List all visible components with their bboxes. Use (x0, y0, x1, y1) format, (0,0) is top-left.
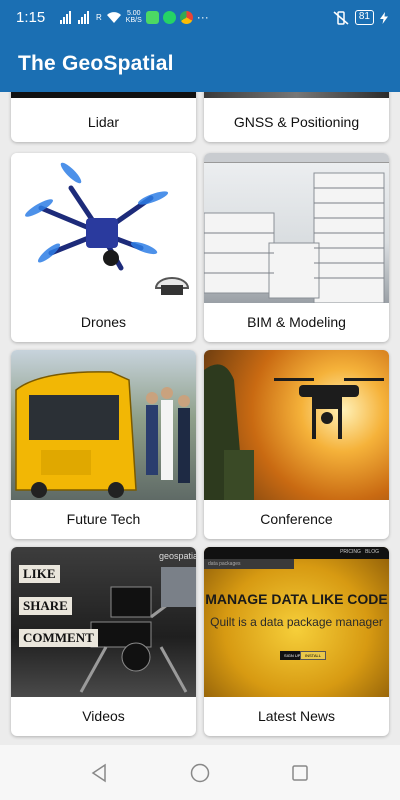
messages-icon (145, 10, 159, 24)
tile-label: Conference (260, 511, 333, 527)
tile-latest-news[interactable]: PRICING BLOG data packages MANAGE DATA L… (204, 547, 389, 736)
videos-thumbnail: LIKE SHARE COMMENT geospatial (11, 547, 196, 697)
charging-icon (380, 11, 388, 24)
status-right-icons: 81 (333, 10, 388, 25)
tile-lidar[interactable]: Lidar (11, 92, 196, 142)
like-overlay: LIKE (19, 565, 60, 583)
tile-bim-modeling[interactable]: BIM & Modeling (204, 153, 389, 342)
news-headline: MANAGE DATA LIKE CODE (205, 591, 388, 607)
home-icon[interactable] (189, 763, 211, 783)
more-notifications: ··· (196, 10, 209, 24)
carrier-tag: R (96, 12, 102, 22)
vibrate-mute-icon (333, 10, 349, 25)
net-speed: 5.00 KB/S (125, 10, 142, 24)
tile-gnss-positioning[interactable]: GNSS & Positioning (204, 92, 389, 142)
conference-thumbnail (204, 350, 389, 500)
gnss-thumbnail (204, 92, 389, 98)
tile-drones[interactable]: Drones (11, 153, 196, 342)
future-tech-thumbnail (11, 350, 196, 500)
tile-label: GNSS & Positioning (233, 114, 360, 130)
tile-label: Latest News (257, 708, 336, 724)
category-grid[interactable]: Lidar GNSS & Positioning Drones BIM & Mo… (0, 92, 400, 745)
install-button: INSTALL (300, 651, 326, 660)
share-overlay: SHARE (19, 597, 72, 615)
app-bar: The GeoSpatial (0, 36, 400, 92)
battery-indicator: 81 (354, 10, 374, 25)
signal-icon (60, 10, 71, 24)
brand-watermark: geospatial (159, 551, 196, 561)
status-left-icons: R 5.00 KB/S ··· (60, 10, 209, 24)
tile-future-tech[interactable]: Future Tech (11, 350, 196, 539)
search-bar: data packages (204, 559, 294, 569)
system-nav-bar (0, 745, 400, 800)
tile-label: Lidar (87, 114, 120, 130)
chrome-icon (179, 10, 193, 24)
bim-building-render (204, 172, 385, 303)
status-bar: 1:15 R 5.00 KB/S ··· 81 (0, 0, 400, 36)
wifi-icon (106, 11, 121, 23)
status-time: 1:15 (16, 9, 46, 26)
tile-videos[interactable]: LIKE SHARE COMMENT geospatial Videos (11, 547, 196, 736)
whatsapp-icon (162, 10, 176, 24)
comment-overlay: COMMENT (19, 629, 98, 647)
drones-thumbnail (11, 153, 196, 303)
signal-roaming-icon (78, 10, 89, 24)
tile-label: Future Tech (66, 511, 141, 527)
app-title: The GeoSpatial (18, 52, 174, 75)
tile-conference[interactable]: Conference (204, 350, 389, 539)
tile-label: Videos (82, 708, 125, 724)
news-subheadline: Quilt is a data package manager (210, 615, 383, 629)
tile-label: Drones (80, 314, 127, 330)
autonomous-bus-photo (15, 371, 190, 498)
drone-illustration (25, 162, 190, 295)
bim-thumbnail (204, 153, 389, 303)
recents-icon[interactable] (291, 763, 309, 783)
lidar-thumbnail (11, 92, 196, 98)
latest-news-thumbnail: PRICING BLOG data packages MANAGE DATA L… (204, 547, 389, 697)
back-icon[interactable] (90, 763, 110, 783)
drone-sunset-photo (204, 364, 384, 500)
tile-label: BIM & Modeling (247, 314, 346, 330)
